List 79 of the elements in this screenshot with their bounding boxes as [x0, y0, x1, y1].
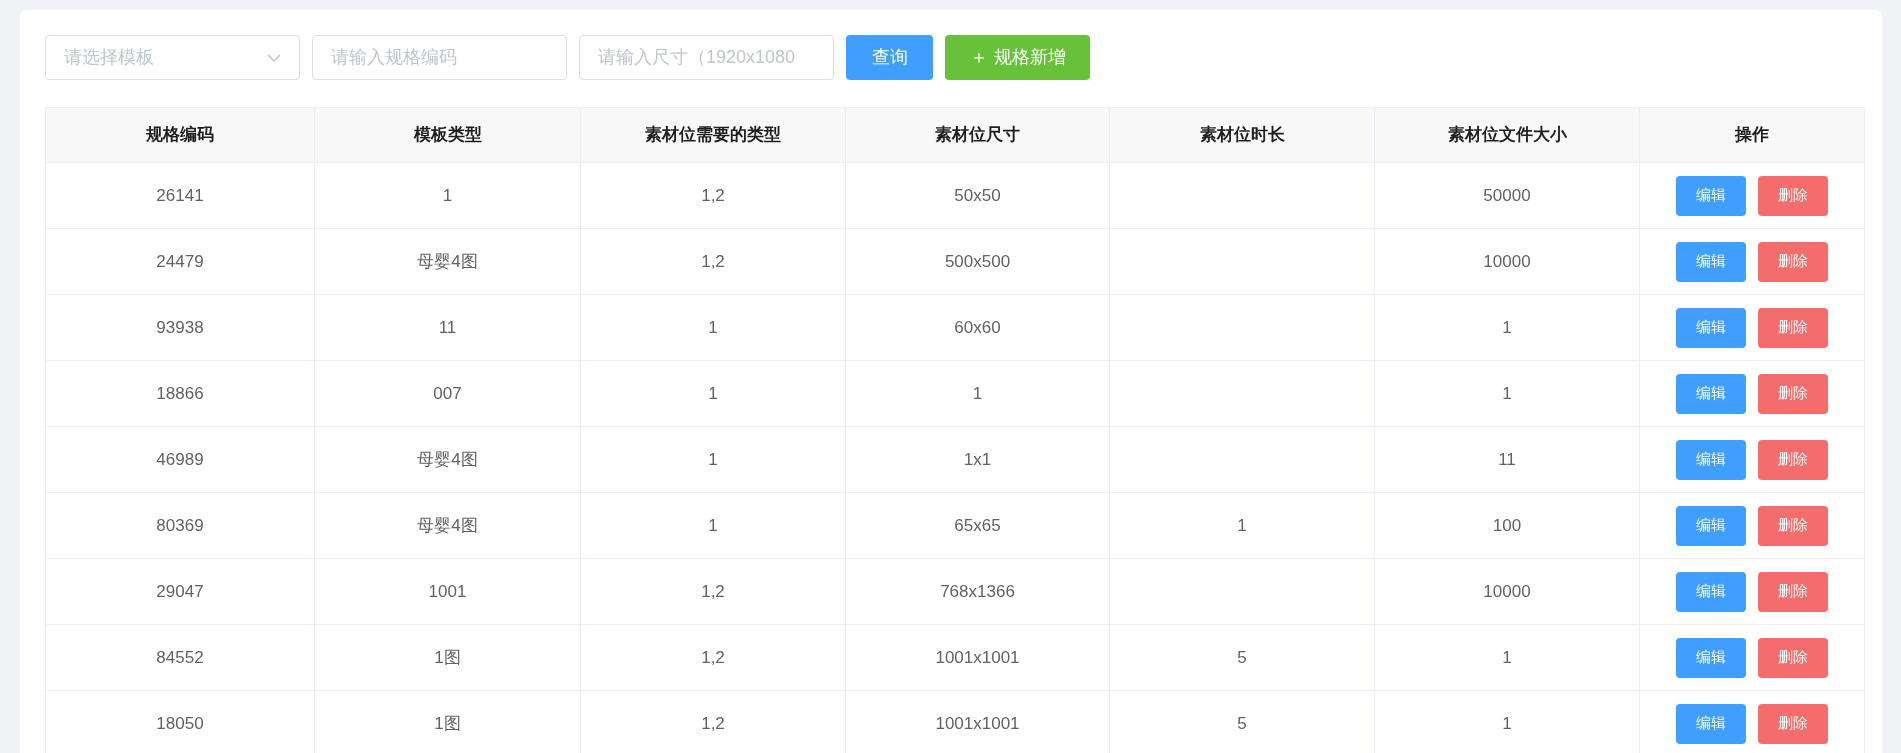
- edit-button[interactable]: 编辑: [1676, 241, 1746, 282]
- table-cell: 1001: [315, 559, 581, 625]
- table-cell: 1: [846, 361, 1110, 427]
- table-cell: 1x1: [846, 427, 1110, 493]
- edit-button[interactable]: 编辑: [1676, 175, 1746, 216]
- table-cell: 1,2: [581, 559, 846, 625]
- delete-button[interactable]: 删除: [1758, 241, 1828, 282]
- delete-button[interactable]: 删除: [1758, 439, 1828, 480]
- column-header: 操作: [1640, 108, 1865, 163]
- table-cell: 18050: [46, 691, 315, 753]
- table-cell: 1,2: [581, 625, 846, 691]
- column-header: 素材位文件大小: [1375, 108, 1640, 163]
- table-cell: 80369: [46, 493, 315, 559]
- delete-button[interactable]: 删除: [1758, 175, 1828, 216]
- table-cell: 26141: [46, 163, 315, 229]
- table-cell: 1图: [315, 625, 581, 691]
- table-cell: 11: [1375, 427, 1640, 493]
- table-cell: 1001x1001: [846, 625, 1110, 691]
- table-cell: 768x1366: [846, 559, 1110, 625]
- table-cell: 10000: [1375, 559, 1640, 625]
- column-header: 模板类型: [315, 108, 581, 163]
- table-cell: 1: [315, 163, 581, 229]
- column-header: 素材位时长: [1110, 108, 1375, 163]
- table-cell: 1: [581, 295, 846, 361]
- table-cell: 5: [1110, 691, 1375, 753]
- delete-button[interactable]: 删除: [1758, 505, 1828, 546]
- table-cell: 500x500: [846, 229, 1110, 295]
- edit-button[interactable]: 编辑: [1676, 505, 1746, 546]
- chevron-down-icon: [267, 53, 281, 62]
- add-spec-button[interactable]: ＋ 规格新增: [945, 35, 1090, 80]
- delete-button[interactable]: 删除: [1758, 373, 1828, 414]
- table-cell: 1,2: [581, 229, 846, 295]
- table-cell: 1,2: [581, 163, 846, 229]
- edit-button[interactable]: 编辑: [1676, 703, 1746, 744]
- table-cell: 1: [1375, 295, 1640, 361]
- table-cell: 65x65: [846, 493, 1110, 559]
- delete-button[interactable]: 删除: [1758, 703, 1828, 744]
- table-cell: 5: [1110, 625, 1375, 691]
- table-cell: 母婴4图: [315, 427, 581, 493]
- edit-button[interactable]: 编辑: [1676, 637, 1746, 678]
- table-cell: 24479: [46, 229, 315, 295]
- table-cell: 11: [315, 295, 581, 361]
- delete-button[interactable]: 删除: [1758, 637, 1828, 678]
- table-cell: 1,2: [581, 691, 846, 753]
- table-cell: 1: [1375, 361, 1640, 427]
- query-button[interactable]: 查询: [846, 35, 933, 80]
- table-cell: 1图: [315, 691, 581, 753]
- table-cell: 50x50: [846, 163, 1110, 229]
- size-input-field[interactable]: 请输入尺寸（1920x1080: [579, 35, 834, 80]
- edit-button[interactable]: 编辑: [1676, 439, 1746, 480]
- table-cell: 29047: [46, 559, 315, 625]
- delete-button[interactable]: 删除: [1758, 571, 1828, 612]
- delete-button[interactable]: 删除: [1758, 307, 1828, 348]
- code-input-field[interactable]: 请输入规格编码: [312, 35, 567, 80]
- table-cell: 母婴4图: [315, 229, 581, 295]
- column-header: 规格编码: [46, 108, 315, 163]
- table-cell: 1: [581, 427, 846, 493]
- edit-button[interactable]: 编辑: [1676, 307, 1746, 348]
- table-cell: 1: [581, 361, 846, 427]
- column-header: 素材位需要的类型: [581, 108, 846, 163]
- table-cell: 84552: [46, 625, 315, 691]
- column-header: 素材位尺寸: [846, 108, 1110, 163]
- table-cell: 母婴4图: [315, 493, 581, 559]
- table-cell: 100: [1375, 493, 1640, 559]
- table-cell: 46989: [46, 427, 315, 493]
- table-cell: 1: [1375, 691, 1640, 753]
- table-cell: 10000: [1375, 229, 1640, 295]
- edit-button[interactable]: 编辑: [1676, 571, 1746, 612]
- table-cell: 18866: [46, 361, 315, 427]
- table-cell: 60x60: [846, 295, 1110, 361]
- table-cell: 50000: [1375, 163, 1640, 229]
- template-select[interactable]: 请选择模板: [45, 35, 300, 80]
- table-cell: 93938: [46, 295, 315, 361]
- table-cell: 007: [315, 361, 581, 427]
- table-cell: 1: [1375, 625, 1640, 691]
- table-cell: 1: [1110, 493, 1375, 559]
- edit-button[interactable]: 编辑: [1676, 373, 1746, 414]
- table-cell: 1001x1001: [846, 691, 1110, 753]
- table-cell: 1: [581, 493, 846, 559]
